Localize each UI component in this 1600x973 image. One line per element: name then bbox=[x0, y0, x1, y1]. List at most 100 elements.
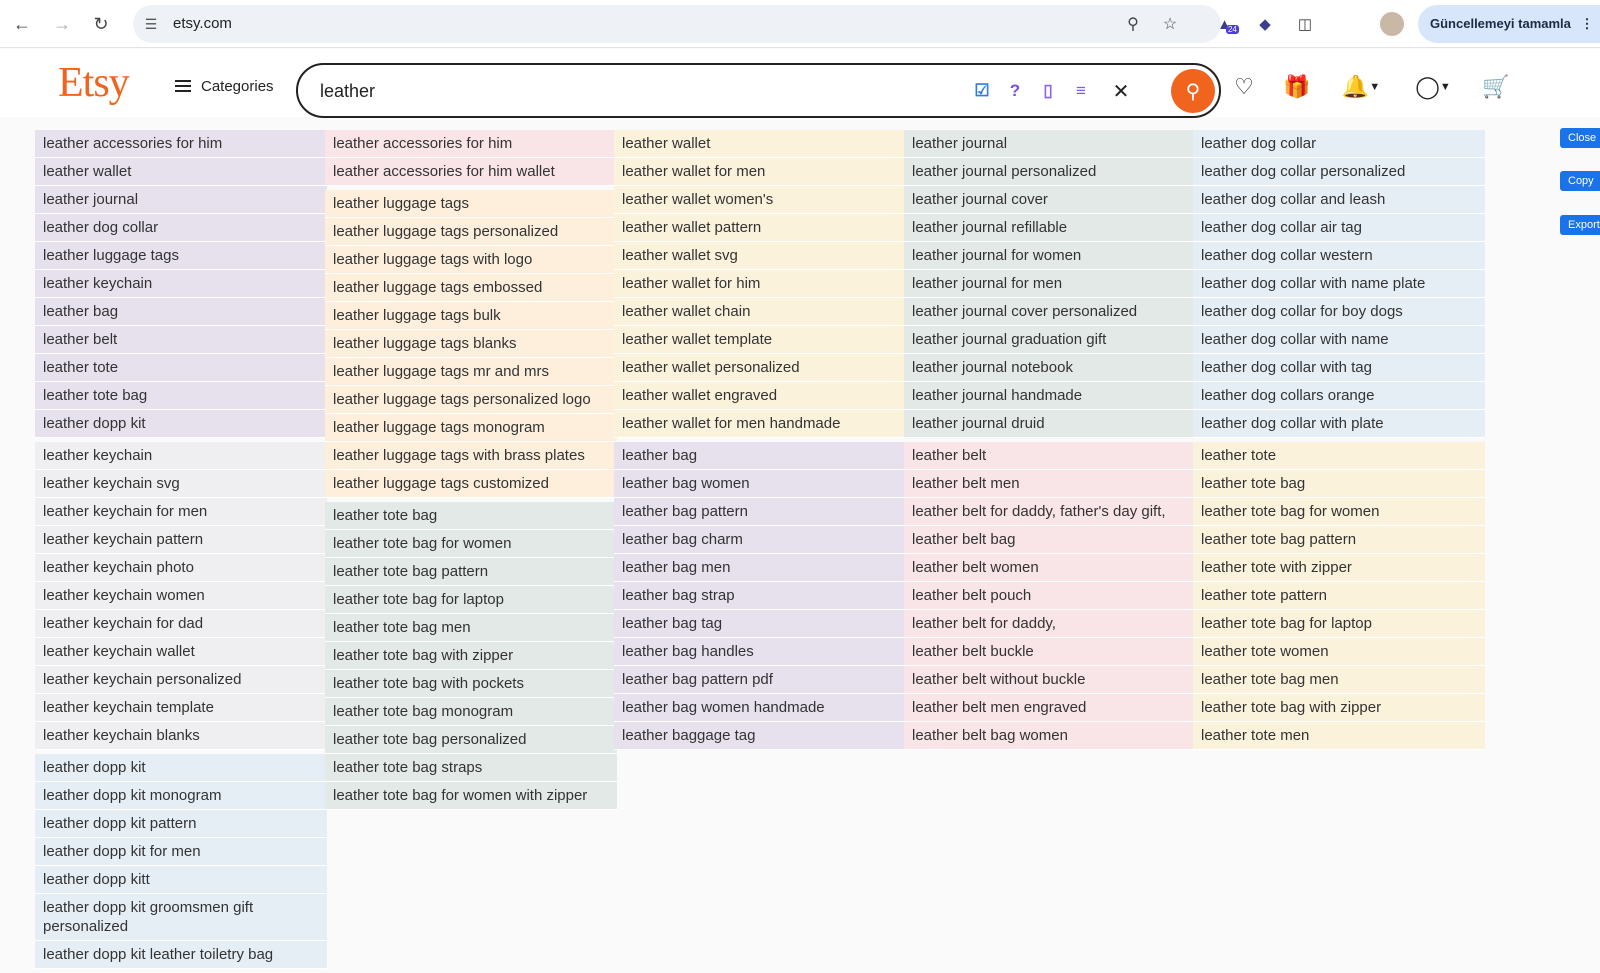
suggestion-item[interactable]: leather tote bag with zipper bbox=[325, 642, 617, 670]
suggestion-item[interactable]: leather tote bbox=[1193, 442, 1485, 470]
suggestion-item[interactable]: leather tote bag men bbox=[1193, 666, 1485, 694]
suggestion-item[interactable]: leather dopp kit monogram bbox=[35, 782, 327, 810]
suggestion-item[interactable]: leather dog collar for boy dogs bbox=[1193, 298, 1485, 326]
suggestion-item[interactable]: leather tote bag bbox=[1193, 470, 1485, 498]
suggestion-item[interactable]: leather journal personalized bbox=[904, 158, 1196, 186]
suggestion-item[interactable]: leather dopp kit groomsmen gift personal… bbox=[35, 894, 327, 941]
suggestion-item[interactable]: leather tote bag monogram bbox=[325, 698, 617, 726]
suggestion-item[interactable]: leather bag tag bbox=[614, 610, 906, 638]
search-button[interactable]: ⚲ bbox=[1171, 69, 1215, 113]
suggestion-item[interactable]: leather bag pattern bbox=[614, 498, 906, 526]
suggestion-item[interactable]: leather keychain personalized bbox=[35, 666, 327, 694]
clear-search-icon[interactable]: ✕ bbox=[1108, 78, 1134, 104]
suggestion-item[interactable]: leather journal refillable bbox=[904, 214, 1196, 242]
menu-dots-icon[interactable]: ⋮ bbox=[1581, 16, 1594, 31]
suggestion-item[interactable]: leather wallet for men bbox=[614, 158, 906, 186]
suggestion-item[interactable]: leather tote bag bbox=[325, 502, 617, 530]
suggestion-item[interactable]: leather belt bbox=[904, 442, 1196, 470]
suggestion-item[interactable]: leather luggage tags embossed bbox=[325, 274, 617, 302]
suggestion-item[interactable]: leather dopp kit for men bbox=[35, 838, 327, 866]
suggestion-item[interactable]: leather tote pattern bbox=[1193, 582, 1485, 610]
suggestion-item[interactable]: leather keychain wallet bbox=[35, 638, 327, 666]
suggestion-item[interactable]: leather tote bag pattern bbox=[1193, 526, 1485, 554]
cart-icon[interactable]: 🛒 bbox=[1482, 73, 1510, 101]
suggestion-item[interactable]: leather tote bag with pockets bbox=[325, 670, 617, 698]
suggestion-item[interactable]: leather luggage tags personalized bbox=[325, 218, 617, 246]
suggestion-item[interactable]: leather wallet bbox=[614, 130, 906, 158]
suggestion-item[interactable]: leather bag strap bbox=[614, 582, 906, 610]
suggestion-item[interactable]: leather belt bbox=[35, 326, 327, 354]
suggestion-item[interactable]: leather belt without buckle bbox=[904, 666, 1196, 694]
address-bar[interactable]: ☰ etsy.com ⚲ ☆ bbox=[133, 5, 1221, 43]
reload-icon[interactable]: ↻ bbox=[89, 12, 113, 36]
extension-shield-icon[interactable]: ◆ bbox=[1253, 12, 1277, 36]
suggestion-item[interactable]: leather tote bag straps bbox=[325, 754, 617, 782]
suggestion-item[interactable]: leather belt women bbox=[904, 554, 1196, 582]
suggestion-item[interactable]: leather dog collar bbox=[1193, 130, 1485, 158]
favorites-heart-icon[interactable]: ♡ bbox=[1230, 73, 1258, 101]
suggestion-item[interactable]: leather wallet personalized bbox=[614, 354, 906, 382]
etsy-logo[interactable]: Etsy bbox=[58, 59, 130, 107]
suggestion-item[interactable]: leather dog collar with plate bbox=[1193, 410, 1485, 438]
suggestion-item[interactable]: leather dog collars orange bbox=[1193, 382, 1485, 410]
close-button[interactable]: Close bbox=[1560, 128, 1600, 148]
suggestion-item[interactable]: leather tote men bbox=[1193, 722, 1485, 750]
suggestion-item[interactable]: leather tote women bbox=[1193, 638, 1485, 666]
search-bar[interactable]: leather ☑ ? ▯ ≡ ✕ ⚲ bbox=[296, 63, 1221, 118]
suggestion-item[interactable]: leather dopp kitt bbox=[35, 866, 327, 894]
suggestion-item[interactable]: leather tote bag with zipper bbox=[1193, 694, 1485, 722]
suggestion-item[interactable]: leather journal cover personalized bbox=[904, 298, 1196, 326]
suggestion-item[interactable]: leather tote bag men bbox=[325, 614, 617, 642]
back-icon[interactable]: ← bbox=[10, 12, 34, 36]
suggestion-item[interactable]: leather wallet svg bbox=[614, 242, 906, 270]
suggestion-item[interactable]: leather tote bag for women bbox=[1193, 498, 1485, 526]
forward-icon[interactable]: → bbox=[50, 12, 74, 36]
suggestion-item[interactable]: leather belt bag women bbox=[904, 722, 1196, 750]
suggestion-item[interactable]: leather tote with zipper bbox=[1193, 554, 1485, 582]
suggestion-item[interactable]: leather dopp kit bbox=[35, 754, 327, 782]
suggestion-item[interactable]: leather luggage tags bulk bbox=[325, 302, 617, 330]
suggestion-item[interactable]: leather keychain pattern bbox=[35, 526, 327, 554]
suggestion-item[interactable]: leather journal for men bbox=[904, 270, 1196, 298]
search-input[interactable]: leather bbox=[320, 81, 375, 102]
suggestion-item[interactable]: leather dog collar personalized bbox=[1193, 158, 1485, 186]
password-key-icon[interactable]: ⚲ bbox=[1123, 14, 1143, 34]
profile-avatar[interactable] bbox=[1380, 12, 1404, 36]
suggestion-item[interactable]: leather wallet for him bbox=[614, 270, 906, 298]
suggestion-item[interactable]: leather wallet women's bbox=[614, 186, 906, 214]
suggestion-item[interactable]: leather wallet for men handmade bbox=[614, 410, 906, 438]
suggestion-item[interactable]: leather tote bbox=[35, 354, 327, 382]
copy-button[interactable]: Copy bbox=[1560, 171, 1600, 191]
suggestion-item[interactable]: leather accessories for him wallet bbox=[325, 158, 617, 186]
suggestion-item[interactable]: leather belt for daddy, father's day gif… bbox=[904, 498, 1196, 526]
suggestion-item[interactable]: leather keychain svg bbox=[35, 470, 327, 498]
suggestion-item[interactable]: leather dog collar with name bbox=[1193, 326, 1485, 354]
suggestion-item[interactable]: leather bag pattern pdf bbox=[614, 666, 906, 694]
suggestion-item[interactable]: leather keychain template bbox=[35, 694, 327, 722]
suggestion-item[interactable]: leather keychain blanks bbox=[35, 722, 327, 750]
bookmark-star-icon[interactable]: ☆ bbox=[1160, 14, 1180, 34]
suggestion-item[interactable]: leather dog collar air tag bbox=[1193, 214, 1485, 242]
suggestion-item[interactable]: leather luggage tags blanks bbox=[325, 330, 617, 358]
suggestion-item[interactable]: leather luggage tags bbox=[325, 190, 617, 218]
site-settings-icon[interactable]: ☰ bbox=[141, 14, 161, 34]
suggestion-item[interactable]: leather luggage tags bbox=[35, 242, 327, 270]
suggestion-item[interactable]: leather tote bag pattern bbox=[325, 558, 617, 586]
suggestion-item[interactable]: leather bag women handmade bbox=[614, 694, 906, 722]
suggestion-item[interactable]: leather bag bbox=[614, 442, 906, 470]
suggestion-item[interactable]: leather journal handmade bbox=[904, 382, 1196, 410]
suggestion-item[interactable]: leather bag charm bbox=[614, 526, 906, 554]
suggestion-item[interactable]: leather dopp kit leather toiletry bag bbox=[35, 941, 327, 969]
suggestion-item[interactable]: leather dog collar with name plate bbox=[1193, 270, 1485, 298]
suggestion-item[interactable]: leather keychain bbox=[35, 270, 327, 298]
suggestion-item[interactable]: leather belt bag bbox=[904, 526, 1196, 554]
suggestion-item[interactable]: leather tote bag personalized bbox=[325, 726, 617, 754]
suggestion-item[interactable]: leather luggage tags with logo bbox=[325, 246, 617, 274]
suggestion-item[interactable]: leather belt pouch bbox=[904, 582, 1196, 610]
suggestion-item[interactable]: leather baggage tag bbox=[614, 722, 906, 750]
suggestion-item[interactable]: leather wallet chain bbox=[614, 298, 906, 326]
checklist-extension-icon[interactable]: ☑ bbox=[969, 78, 995, 104]
suggestion-item[interactable]: leather wallet engraved bbox=[614, 382, 906, 410]
suggestion-item[interactable]: leather dopp kit pattern bbox=[35, 810, 327, 838]
suggestion-item[interactable]: leather luggage tags with brass plates bbox=[325, 442, 617, 470]
